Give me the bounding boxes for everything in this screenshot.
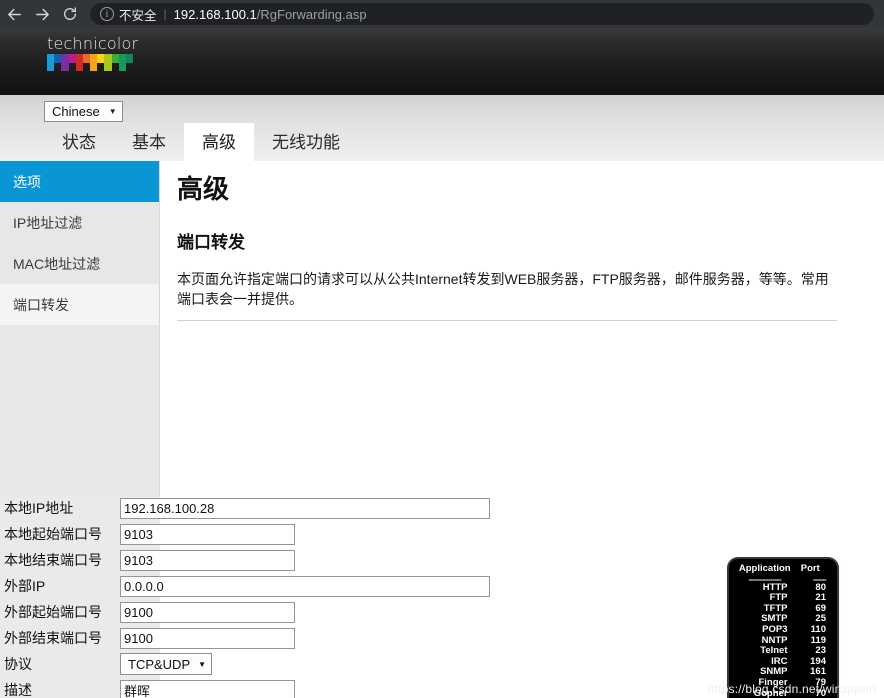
sidebar-item-0[interactable]: 选项 <box>0 161 159 202</box>
form-select-6[interactable]: TCP&UDP ▼ <box>120 653 213 675</box>
sidebar-item-label: 端口转发 <box>13 296 69 313</box>
port-application: POP3 <box>762 623 788 635</box>
tab-label: 状态 <box>62 132 96 152</box>
form-input-value: 192.168.100.28 <box>124 500 215 516</box>
sidebar-item-label: 选项 <box>13 173 41 190</box>
form-label: 本地结束端口号 <box>4 552 102 568</box>
form-label: 本地起始端口号 <box>4 526 102 542</box>
logo-bar <box>75 54 83 71</box>
form-input-0[interactable]: 192.168.100.28 <box>120 497 490 519</box>
nav-strip: Chinese ▼ 状态 基本 高级 无线功能 <box>0 95 884 161</box>
divider <box>177 320 837 322</box>
sidebar-item-label: MAC地址过滤 <box>13 255 101 272</box>
form-label: 本地IP地址 <box>4 500 74 516</box>
language-select[interactable]: Chinese ▼ <box>44 101 123 122</box>
sidebar-item-1[interactable]: IP地址过滤 <box>0 202 159 243</box>
port-header-application: Application <box>738 563 791 574</box>
language-select-value: Chinese <box>52 104 100 119</box>
logo-bar <box>125 54 134 63</box>
reload-icon[interactable] <box>56 0 84 28</box>
port-table-header-row: Application Port <box>735 563 831 576</box>
logo-bar <box>90 54 98 71</box>
logo-bar <box>61 54 69 71</box>
form-label: 协议 <box>4 656 32 672</box>
form-input-7[interactable]: 群晖 <box>120 679 295 698</box>
tab-1[interactable]: 基本 <box>114 123 184 161</box>
security-status-label: 不安全 <box>119 8 157 23</box>
sidebar-item-2[interactable]: MAC地址过滤 <box>0 243 159 284</box>
port-row: POP3 110 <box>735 623 831 636</box>
logo-bar <box>118 54 126 71</box>
tab-0[interactable]: 状态 <box>44 123 114 161</box>
watermark-text: https://blog.csdn.net/winzjqwin <box>707 682 876 696</box>
form-select-value: TCP&UDP <box>128 656 191 672</box>
form-input-value: 群晖 <box>124 683 151 698</box>
form-input-value: 9103 <box>124 552 153 568</box>
chevron-down-icon: ▼ <box>198 659 207 669</box>
logo-wordmark: technicolor <box>47 34 139 53</box>
address-bar[interactable]: i 不安全 | 192.168.100.1 /RgForwarding.asp <box>90 3 874 25</box>
form-input-5[interactable]: 9100 <box>120 627 295 649</box>
form-input-3[interactable]: 0.0.0.0 <box>120 575 490 597</box>
section-description: 本页面允许指定端口的请求可以从公共Internet转发到WEB服务器，FTP服务… <box>177 270 829 307</box>
technicolor-logo[interactable]: technicolor <box>47 34 139 71</box>
form-input-value: 9100 <box>124 630 153 646</box>
logo-bar <box>97 54 105 63</box>
form-input-1[interactable]: 9103 <box>120 523 295 545</box>
logo-bar <box>47 54 55 71</box>
form-label: 外部起始端口号 <box>4 604 102 620</box>
form-label: 外部IP <box>4 578 46 594</box>
sidebar-item-label: IP地址过滤 <box>13 214 83 231</box>
url-separator: | <box>163 7 167 21</box>
url-path: /RgForwarding.asp <box>256 6 367 22</box>
page-title: 高级 <box>177 174 230 204</box>
forward-arrow-icon[interactable] <box>28 0 56 28</box>
common-ports-table: Application Port --------------- ------ HTTP… <box>735 563 831 698</box>
port-number: 110 <box>810 623 826 635</box>
form-row-0: 本地IP地址 192.168.100.28 <box>0 496 884 520</box>
logo-bar <box>111 54 119 63</box>
tab-2[interactable]: 高级 <box>184 123 254 161</box>
form-label: 描述 <box>4 682 32 698</box>
form-input-4[interactable]: 9100 <box>120 601 295 623</box>
logo-bar <box>54 54 62 63</box>
logo-bar <box>104 54 112 71</box>
common-ports-reference: Application Port --------------- ------ HTTP… <box>729 559 837 698</box>
port-header-port: Port <box>800 563 820 574</box>
section-title: 端口转发 <box>177 232 245 252</box>
tab-label: 基本 <box>132 132 166 152</box>
page-content: technicolor Chinese ▼ 状态 基本 高级 无线功能 选项 IP地址过… <box>0 28 884 698</box>
tab-label: 高级 <box>202 132 236 152</box>
form-input-value: 9103 <box>124 526 153 542</box>
back-arrow-icon[interactable] <box>0 0 28 28</box>
browser-toolbar: i 不安全 | 192.168.100.1 /RgForwarding.asp <box>0 0 884 28</box>
tab-label: 无线功能 <box>272 132 340 152</box>
chevron-down-icon: ▼ <box>108 107 117 116</box>
info-circle-icon[interactable]: i <box>100 7 114 21</box>
form-input-2[interactable]: 9103 <box>120 549 295 571</box>
logo-bar <box>68 54 76 63</box>
form-input-value: 0.0.0.0 <box>124 578 164 594</box>
sidebar-item-3[interactable]: 端口转发 <box>0 284 159 325</box>
logo-bar <box>82 54 91 63</box>
form-input-value: 9100 <box>124 604 153 620</box>
site-header: technicolor <box>0 28 884 95</box>
logo-color-bars <box>47 54 134 71</box>
body-wrap: 选项 IP地址过滤 MAC地址过滤 端口转发 高级 端口转发 本页面允许指定端口的请求… <box>0 161 884 698</box>
form-label: 外部结束端口号 <box>4 630 102 646</box>
url-host: 192.168.100.1 <box>173 6 257 22</box>
form-row-1: 本地起始端口号 9103 <box>0 522 884 546</box>
tab-3[interactable]: 无线功能 <box>254 123 358 161</box>
main-tabs: 状态 基本 高级 无线功能 <box>0 123 884 161</box>
